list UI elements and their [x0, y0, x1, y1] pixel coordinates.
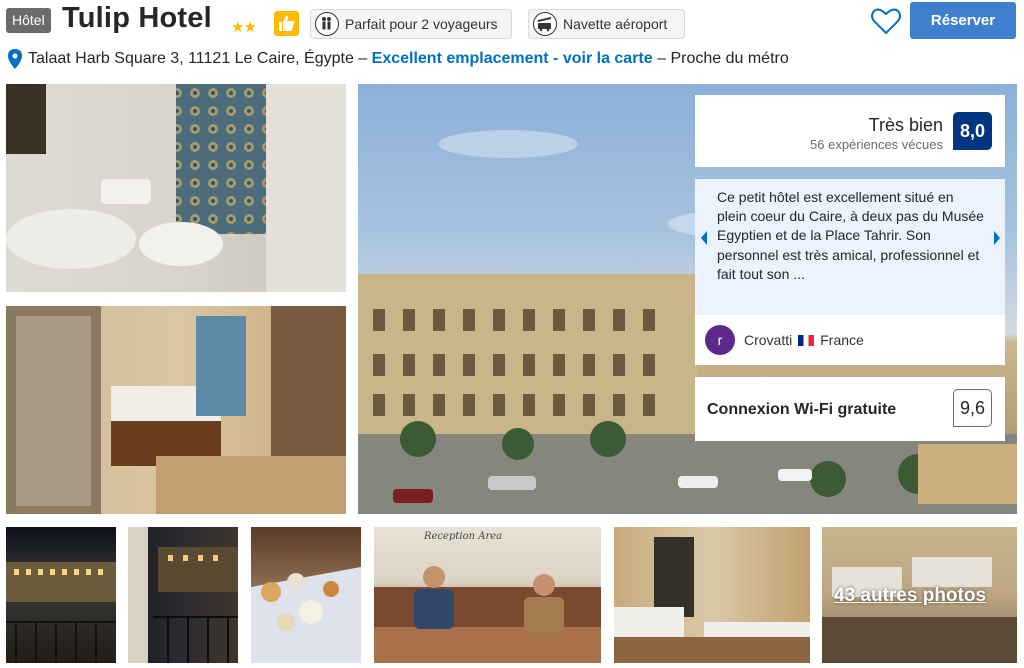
location-pin-icon	[8, 49, 22, 69]
wifi-label: Connexion Wi-Fi gratuite	[707, 401, 897, 418]
reviewer-name: Crovatti	[744, 332, 793, 348]
shuttle-icon	[533, 12, 557, 36]
france-flag-icon	[798, 334, 815, 346]
rating-card[interactable]: Très bien 56 expériences vécues 8,0	[695, 95, 1005, 167]
hotel-name: Tulip Hotel	[62, 2, 212, 34]
rating-label: Très bien	[868, 115, 943, 135]
star-rating: ★★	[231, 19, 257, 36]
chevron-right-icon[interactable]	[990, 227, 1004, 249]
travelers-icon	[315, 12, 339, 36]
address-text: Talaat Harb Square 3, 11121 Le Caire, Ég…	[28, 50, 368, 67]
photo-night-view[interactable]	[6, 527, 116, 663]
facility-pill-travelers: Parfait pour 2 voyageurs	[310, 9, 512, 39]
review-score-badge: 8,0	[953, 112, 992, 150]
reviewer-country: France	[820, 332, 864, 348]
facility-label: Navette aéroport	[563, 16, 668, 32]
wifi-card: Connexion Wi-Fi gratuite 9,6	[695, 377, 1005, 441]
thumbs-up-icon[interactable]	[274, 11, 299, 36]
more-photos-link[interactable]: 43 autres photos	[834, 585, 986, 607]
facility-pill-shuttle: Navette aéroport	[528, 9, 685, 39]
heart-icon[interactable]	[870, 6, 902, 36]
address-row: Talaat Harb Square 3, 11121 Le Caire, Ég…	[8, 47, 789, 71]
reserve-button[interactable]: Réserver	[910, 2, 1016, 39]
photo-bathroom[interactable]	[6, 84, 346, 292]
wifi-score-badge: 9,6	[953, 389, 992, 427]
chevron-left-icon[interactable]	[697, 227, 711, 249]
map-link[interactable]: Excellent emplacement - voir la carte	[372, 50, 653, 68]
photo-reception[interactable]: Reception Area	[374, 527, 601, 663]
facility-label: Parfait pour 2 voyageurs	[345, 16, 498, 32]
photo-breakfast[interactable]	[251, 527, 361, 663]
photo-balcony-night[interactable]	[128, 527, 238, 663]
avatar: r	[705, 325, 735, 355]
review-text: Ce petit hôtel est excellement situé en …	[717, 189, 984, 282]
experiences-count: 56 expériences vécues	[810, 137, 943, 152]
property-type-badge: Hôtel	[6, 8, 51, 33]
photo-twin-room[interactable]	[614, 527, 810, 663]
location-note: – Proche du métro	[657, 50, 789, 67]
photo-bedroom[interactable]	[6, 306, 346, 514]
review-card: Ce petit hôtel est excellement situé en …	[695, 179, 1005, 365]
reviewer-info: r Crovatti France	[695, 315, 1005, 365]
